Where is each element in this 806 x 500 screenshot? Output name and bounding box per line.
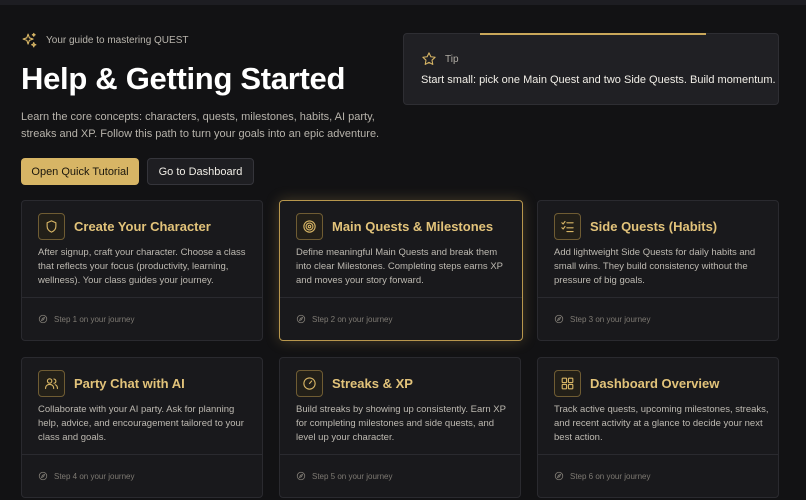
card-icon-box <box>554 213 581 240</box>
card-icon-box <box>296 213 323 240</box>
card-icon-box <box>38 370 65 397</box>
compass-icon <box>554 471 564 481</box>
compass-icon <box>554 314 564 324</box>
card-header: Party Chat with AI <box>38 370 185 397</box>
card-streaks-xp[interactable]: Streaks & XP Build streaks by showing up… <box>279 357 521 498</box>
page-title: Help & Getting Started <box>21 61 346 96</box>
card-body: Define meaningful Main Quests and break … <box>296 247 503 286</box>
card-title: Create Your Character <box>74 219 211 234</box>
card-divider <box>538 297 778 298</box>
card-icon-box <box>38 213 65 240</box>
card-body: Add lightweight Side Quests for daily ha… <box>554 247 756 286</box>
card-main-quests[interactable]: Main Quests & Milestones Define meaningf… <box>279 200 523 341</box>
card-step-text: Step 2 on your journey <box>312 314 393 324</box>
card-header: Streaks & XP <box>296 370 413 397</box>
eyebrow-text: Your guide to mastering QUEST <box>46 35 189 46</box>
card-step: Step 1 on your journey <box>38 314 135 324</box>
card-step-text: Step 5 on your journey <box>312 471 393 481</box>
compass-icon <box>296 471 306 481</box>
card-divider <box>22 454 262 455</box>
card-step: Step 5 on your journey <box>296 471 393 481</box>
sparkles-icon <box>22 32 37 48</box>
card-divider <box>280 297 522 298</box>
shield-icon <box>46 220 57 233</box>
card-step: Step 2 on your journey <box>296 314 393 324</box>
card-icon-box <box>554 370 581 397</box>
card-step-text: Step 4 on your journey <box>54 471 135 481</box>
checklist-icon <box>561 220 574 233</box>
card-step-text: Step 3 on your journey <box>570 314 651 324</box>
card-header: Main Quests & Milestones <box>296 213 493 240</box>
tip-header: Tip <box>421 51 459 67</box>
card-title: Party Chat with AI <box>74 376 185 391</box>
card-icon-box <box>296 370 323 397</box>
eyebrow: Your guide to mastering QUEST <box>21 32 381 49</box>
target-icon <box>303 220 316 233</box>
gauge-icon <box>303 377 316 390</box>
card-title: Streaks & XP <box>332 376 413 391</box>
card-dashboard-overview[interactable]: Dashboard Overview Track active quests, … <box>537 357 779 498</box>
go-to-dashboard-button[interactable]: Go to Dashboard <box>147 158 254 185</box>
card-title: Main Quests & Milestones <box>332 219 494 234</box>
card-header: Side Quests (Habits) <box>554 213 717 240</box>
card-step: Step 3 on your journey <box>554 314 651 324</box>
card-body: Build streaks by showing up consistently… <box>296 404 506 443</box>
compass-icon <box>296 314 306 324</box>
card-step-text: Step 6 on your journey <box>570 471 651 481</box>
card-step-text: Step 1 on your journey <box>54 314 135 324</box>
tip-label: Tip <box>445 53 459 65</box>
star-icon <box>422 52 436 65</box>
card-body: Track active quests, upcoming milestones… <box>554 404 769 443</box>
card-step: Step 6 on your journey <box>554 471 651 481</box>
compass-icon <box>38 471 48 481</box>
card-title: Side Quests (Habits) <box>590 219 718 234</box>
compass-icon <box>38 314 48 324</box>
card-body: Collaborate with your AI party. Ask for … <box>38 404 244 443</box>
tip-text: Start small: pick one Main Quest and two… <box>421 74 776 86</box>
card-header: Dashboard Overview <box>554 370 719 397</box>
card-party-chat[interactable]: Party Chat with AI Collaborate with your… <box>21 357 263 498</box>
top-bar <box>0 0 806 5</box>
card-divider <box>22 297 262 298</box>
card-side-quests[interactable]: Side Quests (Habits) Add lightweight Sid… <box>537 200 779 341</box>
page-description: Learn the core concepts: characters, que… <box>21 111 380 140</box>
dashboard-icon <box>561 377 574 390</box>
users-icon <box>45 378 58 390</box>
card-step: Step 4 on your journey <box>38 471 135 481</box>
tip-panel: Tip Start small: pick one Main Quest and… <box>403 33 779 105</box>
card-create-character[interactable]: Create Your Character After signup, craf… <box>21 200 263 341</box>
card-title: Dashboard Overview <box>590 376 720 391</box>
hero-section: Your guide to mastering QUEST Help & Get… <box>21 32 381 185</box>
card-divider <box>280 454 520 455</box>
open-tutorial-button[interactable]: Open Quick Tutorial <box>21 158 139 185</box>
card-header: Create Your Character <box>38 213 211 240</box>
tip-accent-bar <box>480 33 706 35</box>
card-divider <box>538 454 778 455</box>
card-body: After signup, craft your character. Choo… <box>38 247 246 286</box>
hero-actions: Open Quick Tutorial Go to Dashboard <box>21 158 381 185</box>
